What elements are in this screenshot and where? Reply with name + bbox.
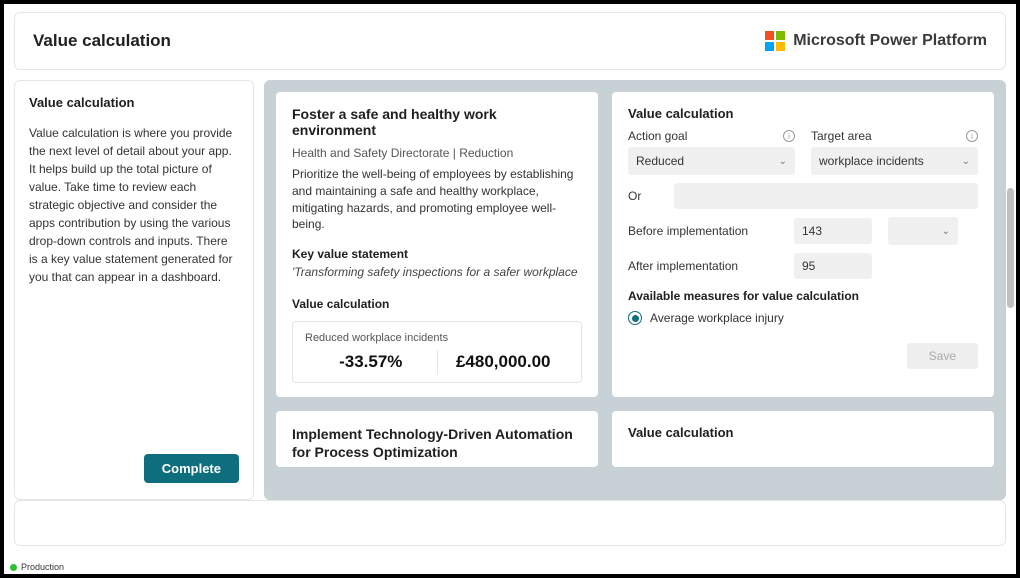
sidebar-panel: Value calculation Value calculation is w…: [14, 80, 254, 500]
action-goal-label: Action goal: [628, 129, 687, 143]
value-calculation-form-2: Value calculation: [612, 411, 994, 467]
bottom-bar: [14, 500, 1006, 546]
info-icon[interactable]: i: [966, 130, 978, 142]
radio-selected-icon: [628, 311, 642, 325]
main-content: Foster a safe and healthy work environme…: [264, 80, 1006, 500]
value-calculation-label: Value calculation: [292, 297, 582, 311]
brand-logo: Microsoft Power Platform: [765, 31, 987, 51]
page-title: Value calculation: [33, 31, 171, 51]
brand-name: Microsoft Power Platform: [793, 32, 987, 50]
or-label: Or: [628, 189, 648, 203]
measure-option-label: Average workplace injury: [650, 311, 784, 325]
form-title: Value calculation: [628, 106, 978, 121]
chevron-down-icon: ⌄: [779, 156, 787, 167]
action-goal-select[interactable]: Reduced⌄: [628, 147, 795, 175]
metric-percentage: -33.57%: [305, 350, 437, 374]
page-header: Value calculation Microsoft Power Platfo…: [14, 12, 1006, 70]
metric-amount: £480,000.00: [437, 350, 570, 374]
target-area-label: Target area: [811, 129, 872, 143]
measure-option-radio[interactable]: Average workplace injury: [628, 311, 978, 325]
before-unit-select[interactable]: ⌄: [888, 217, 958, 245]
objective-title: Foster a safe and healthy work environme…: [292, 106, 582, 138]
objective-subtitle: Health and Safety Directorate | Reductio…: [292, 146, 582, 160]
sidebar-description: Value calculation is where you provide t…: [29, 124, 239, 286]
or-input[interactable]: [674, 183, 978, 209]
target-area-select[interactable]: workplace incidents⌄: [811, 147, 978, 175]
save-button[interactable]: Save: [907, 343, 978, 369]
value-calculation-box: Reduced workplace incidents -33.57% £480…: [292, 321, 582, 383]
chevron-down-icon: ⌄: [942, 226, 950, 237]
chevron-down-icon: ⌄: [962, 156, 970, 167]
objective-description: Prioritize the well-being of employees b…: [292, 166, 582, 233]
objective-card-2: Implement Technology-Driven Automation f…: [276, 411, 598, 467]
status-text: Production: [21, 562, 64, 572]
status-indicator: Production: [10, 562, 64, 572]
vc-box-label: Reduced workplace incidents: [305, 332, 569, 344]
form2-title: Value calculation: [628, 425, 978, 440]
sidebar-title: Value calculation: [29, 95, 239, 110]
measures-label: Available measures for value calculation: [628, 289, 978, 303]
before-label: Before implementation: [628, 224, 778, 238]
microsoft-logo-icon: [765, 31, 785, 51]
info-icon[interactable]: i: [783, 130, 795, 142]
status-dot-icon: [10, 564, 17, 571]
before-input[interactable]: [794, 218, 872, 244]
after-input[interactable]: [794, 253, 872, 279]
key-value-statement-label: Key value statement: [292, 247, 582, 261]
objective2-title: Implement Technology-Driven Automation f…: [292, 425, 582, 461]
scrollbar[interactable]: [1004, 80, 1016, 558]
after-label: After implementation: [628, 259, 778, 273]
objective-card: Foster a safe and healthy work environme…: [276, 92, 598, 397]
complete-button[interactable]: Complete: [144, 454, 239, 483]
value-calculation-form: Value calculation Action goali Reduced⌄ …: [612, 92, 994, 397]
key-value-statement-text: 'Transforming safety inspections for a s…: [292, 265, 582, 279]
scrollbar-thumb[interactable]: [1007, 188, 1014, 308]
